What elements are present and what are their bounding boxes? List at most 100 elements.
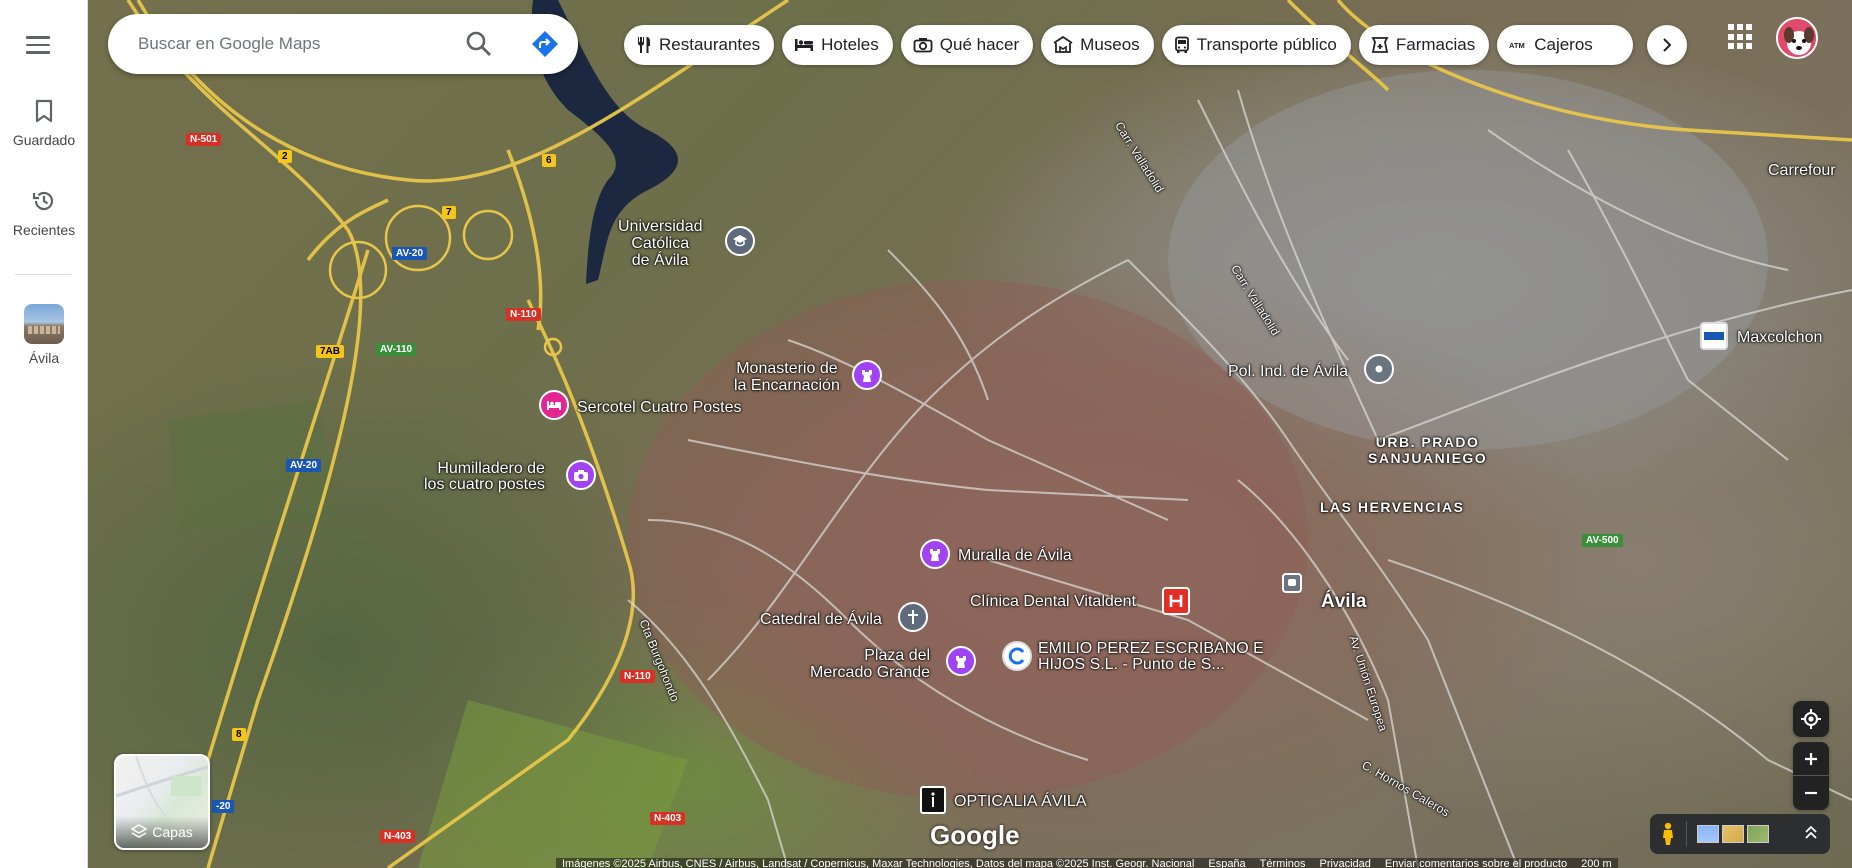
chip-que-hacer[interactable]: Qué hacer [900,25,1034,65]
shop-pin-icon[interactable] [920,786,946,814]
poi-label-monasterio[interactable]: Monasterio de la Encarnación [734,360,840,394]
chip-cajeros[interactable]: ATM Cajeros [1497,25,1633,65]
attribution-country[interactable]: España [1208,858,1245,868]
road-shield-n501: N-501 [186,133,222,146]
city-label-avila: Ávila [1321,591,1367,612]
hotel-pin-icon[interactable] [539,390,569,420]
poi-label-opticalia[interactable]: OPTICALIA ÁVILA [954,794,1087,810]
church-pin-icon[interactable] [898,602,928,632]
poi-label-carrefour[interactable]: Carrefour [1768,163,1836,179]
poi-label-muralla[interactable]: Muralla de Ávila [958,548,1072,564]
area-label-urb-prado-sanjuaniego: URB. PRADO SANJUANIEGO [1368,434,1488,466]
road-shield-6: 6 [542,154,556,167]
avila-thumbnail [24,304,64,344]
camera-icon [913,38,933,53]
chip-farmacias[interactable]: Farmacias [1358,25,1490,65]
layers-label: Capas [152,824,193,840]
chip-label: Transporte público [1196,35,1337,54]
chip-label: Cajeros [1534,35,1593,54]
search-icon[interactable] [464,29,494,59]
chevron-up-double-icon [1805,825,1817,839]
directions-icon[interactable] [530,29,560,59]
road-shield-av20-c: -20 [212,800,235,813]
privacy-link[interactable]: Privacidad [1320,858,1371,868]
category-chips: Restaurantes Hoteles Qué hacer Museos Tr… [624,25,1633,65]
zoom-controls [1793,742,1829,810]
road-shield-av20-a: AV-20 [392,247,428,260]
toolbar-divider [1686,821,1687,847]
road-shield-n110-a: N-110 [506,308,541,321]
road-shield-av500: AV-500 [1582,534,1623,547]
poi-label-plaza[interactable]: Plaza del Mercado Grande [810,647,930,681]
poi-label-emilio[interactable]: EMILIO PEREZ ESCRIBANO E HIJOS S.L. - Pu… [1038,641,1264,673]
zoom-out-button[interactable] [1793,776,1829,810]
bed-icon [795,39,814,51]
chip-museos[interactable]: Museos [1041,25,1154,65]
imagery-thumb-3[interactable] [1747,825,1769,843]
store-logo-icon[interactable] [1700,322,1728,350]
saved-button[interactable]: Guardado [0,96,88,148]
poi-label-pol-ind[interactable]: Pol. Ind. de Ávila [1228,364,1348,380]
chip-label: Museos [1080,35,1140,54]
plus-icon [1805,752,1817,765]
area-label-las-hervencias: LAS HERVENCIAS [1320,499,1465,515]
layers-icon [131,824,148,838]
road-shield-8: 8 [232,728,246,741]
poi-label-clinica[interactable]: Clínica Dental Vitaldent [970,594,1136,610]
imagery-thumbnails[interactable] [1697,825,1769,843]
chips-next-button[interactable] [1647,25,1687,65]
imagery-thumb-1[interactable] [1697,825,1719,843]
recent-place-avila[interactable]: Ávila [0,304,88,366]
monument-pin-icon[interactable] [946,646,976,676]
my-location-icon [1801,709,1821,729]
layers-preview [116,756,208,816]
pharmacy-icon [1371,37,1389,53]
feedback-link[interactable]: Enviar comentarios sobre el producto [1385,858,1567,868]
chip-hoteles[interactable]: Hoteles [782,25,893,65]
layers-button[interactable]: Capas [114,754,210,850]
scale-label[interactable]: 200 m [1581,858,1612,868]
business-logo-icon[interactable] [1002,641,1032,671]
zoom-in-button[interactable] [1793,742,1829,776]
recent-place-label: Ávila [28,350,60,366]
terms-link[interactable]: Términos [1260,858,1306,868]
saved-label: Guardado [12,132,76,148]
pegman-button[interactable] [1650,814,1686,854]
map-roads-layer [126,0,1852,868]
map-bottom-toolbar [1650,814,1830,854]
road-shield-av20-b: AV-20 [286,459,322,472]
svg-text:ATM: ATM [1509,41,1525,50]
transit-pin-icon[interactable] [1282,573,1302,593]
account-avatar[interactable] [1776,17,1818,59]
recents-button[interactable]: Recientes [0,186,88,238]
poi-label-humilladero[interactable]: Humilladero de los cuatro postes [424,461,545,493]
monument-pin-icon[interactable] [920,539,950,569]
satellite-map[interactable]: N-501 2 6 7 AV-20 N-110 7AB AV-110 AV-20… [88,0,1852,868]
menu-icon[interactable] [26,30,60,60]
poi-label-maxcolchon[interactable]: Maxcolchon [1737,330,1822,346]
search-input[interactable] [138,34,438,54]
road-shield-7: 7 [442,206,456,219]
expand-toolbar-button[interactable] [1804,824,1818,845]
poi-label-catedral[interactable]: Catedral de Ávila [760,612,882,628]
school-pin-icon[interactable] [725,226,755,256]
imagery-thumb-2[interactable] [1722,825,1744,843]
poi-label-universidad[interactable]: Universidad Católica de Ávila [618,218,702,269]
chip-restaurantes[interactable]: Restaurantes [624,25,775,65]
my-location-button[interactable] [1793,701,1829,737]
hospital-pin-icon[interactable] [1162,587,1190,615]
poi-label-sercotel[interactable]: Sercotel Cuatro Postes [577,400,742,416]
apps-grid-icon[interactable] [1728,24,1754,50]
layers-label-row: Capas [116,816,208,848]
attribution-imagery: Imágenes ©2025 Airbus, CNES / Airbus, La… [562,858,1195,868]
road-shield-av110: AV-110 [376,343,417,356]
camera-pin-icon[interactable] [566,460,596,490]
chip-label: Farmacias [1395,35,1476,54]
chip-label: Qué hacer [939,35,1020,54]
museum-icon [1053,36,1073,53]
history-icon [29,186,59,216]
monument-pin-icon[interactable] [852,360,882,390]
location-pin-icon[interactable] [1364,354,1394,384]
chip-transporte-publico[interactable]: Transporte público [1161,25,1351,65]
chip-label: Hoteles [821,35,879,54]
